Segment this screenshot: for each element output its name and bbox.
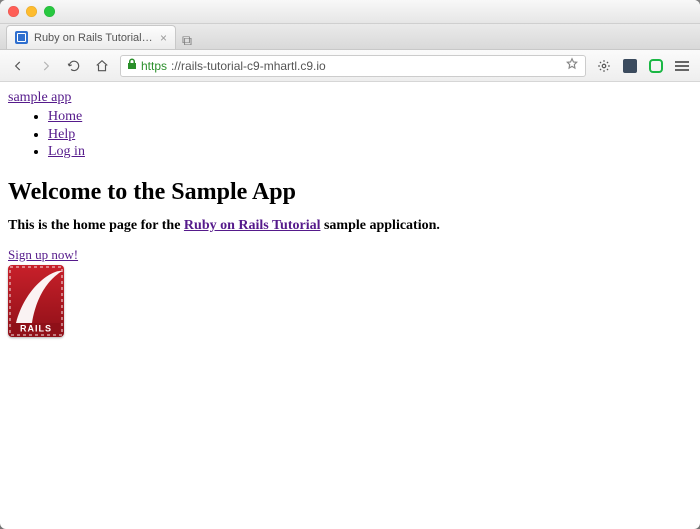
nav-home-link[interactable]: Home [48, 109, 82, 124]
browser-tab[interactable]: Ruby on Rails Tutorial Sam × [6, 25, 176, 49]
chrome-menu-button[interactable] [672, 56, 692, 76]
signup-link[interactable]: Sign up now! [8, 247, 78, 263]
tutorial-link[interactable]: Ruby on Rails Tutorial [184, 218, 321, 233]
url-scheme: https [141, 59, 167, 73]
reload-button[interactable] [64, 56, 84, 76]
browser-window: Ruby on Rails Tutorial Sam × ⧉ https ://r… [0, 0, 700, 529]
rails-logo-text: RAILS [20, 323, 52, 333]
nav-help-link[interactable]: Help [48, 127, 75, 142]
page-content: sample app Home Help Log in Welcome to t… [0, 82, 700, 529]
home-button[interactable] [92, 56, 112, 76]
arrow-right-icon [39, 59, 53, 73]
browser-toolbar: https ://rails-tutorial-c9-mhartl.c9.io [0, 50, 700, 82]
url-bar[interactable]: https ://rails-tutorial-c9-mhartl.c9.io [120, 55, 586, 77]
extension-loop-icon[interactable] [646, 56, 666, 76]
window-titlebar [0, 0, 700, 24]
nav-login-link[interactable]: Log in [48, 144, 85, 159]
lead-suffix: sample application. [320, 218, 439, 233]
traffic-lights [8, 6, 55, 17]
nav-list: Home Help Log in [48, 108, 692, 161]
lead-paragraph: This is the home page for the Ruby on Ra… [8, 218, 692, 234]
forward-button[interactable] [36, 56, 56, 76]
window-minimize-button[interactable] [26, 6, 37, 17]
arrow-left-icon [11, 59, 25, 73]
tab-strip: Ruby on Rails Tutorial Sam × ⧉ [0, 24, 700, 50]
favicon-icon [15, 31, 28, 44]
lead-prefix: This is the home page for the [8, 218, 184, 233]
rails-logo-image: RAILS [8, 265, 64, 337]
reload-icon [67, 59, 81, 73]
window-close-button[interactable] [8, 6, 19, 17]
url-host-path: ://rails-tutorial-c9-mhartl.c9.io [171, 59, 326, 73]
lock-icon [127, 58, 137, 73]
toolbar-right-icons [594, 56, 692, 76]
page-title: Welcome to the Sample App [8, 179, 692, 206]
bookmark-star-icon[interactable] [565, 57, 579, 74]
hamburger-icon [675, 61, 689, 71]
extension-cube-icon[interactable] [620, 56, 640, 76]
home-icon [95, 59, 109, 73]
settings-extension-icon[interactable] [594, 56, 614, 76]
tab-close-button[interactable]: × [160, 31, 167, 45]
brand-link[interactable]: sample app [8, 90, 71, 105]
window-zoom-button[interactable] [44, 6, 55, 17]
back-button[interactable] [8, 56, 28, 76]
tab-title: Ruby on Rails Tutorial Sam [34, 32, 154, 44]
new-tab-button[interactable]: ⧉ [176, 32, 198, 49]
